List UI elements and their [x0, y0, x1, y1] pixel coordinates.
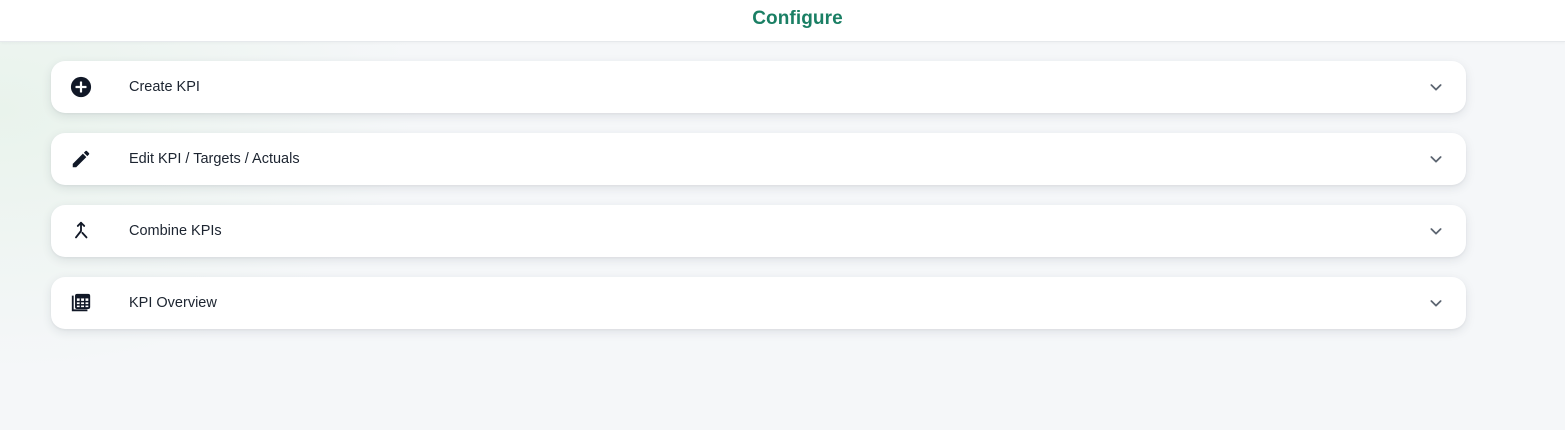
page-title: Configure [752, 7, 843, 29]
accordion-label: Edit KPI / Targets / Actuals [129, 151, 300, 167]
chevron-down-icon[interactable] [1426, 77, 1446, 97]
pencil-icon [69, 147, 93, 171]
chevron-down-icon[interactable] [1426, 293, 1446, 313]
chevron-down-icon[interactable] [1426, 221, 1446, 241]
accordion-list: Create KPI Edit KPI / Targets / Actuals [51, 61, 1466, 349]
chevron-down-icon[interactable] [1426, 149, 1446, 169]
add-circle-icon [69, 75, 93, 99]
accordion-create-kpi[interactable]: Create KPI [51, 61, 1466, 113]
merge-icon [69, 219, 93, 243]
accordion-label: Create KPI [129, 79, 200, 95]
accordion-label: Combine KPIs [129, 223, 222, 239]
accordion-kpi-overview[interactable]: KPI Overview [51, 277, 1466, 329]
top-header: Configure [0, 0, 1565, 42]
accordion-edit-kpi[interactable]: Edit KPI / Targets / Actuals [51, 133, 1466, 185]
table-overview-icon [69, 291, 93, 315]
accordion-label: KPI Overview [129, 295, 217, 311]
accordion-combine-kpis[interactable]: Combine KPIs [51, 205, 1466, 257]
